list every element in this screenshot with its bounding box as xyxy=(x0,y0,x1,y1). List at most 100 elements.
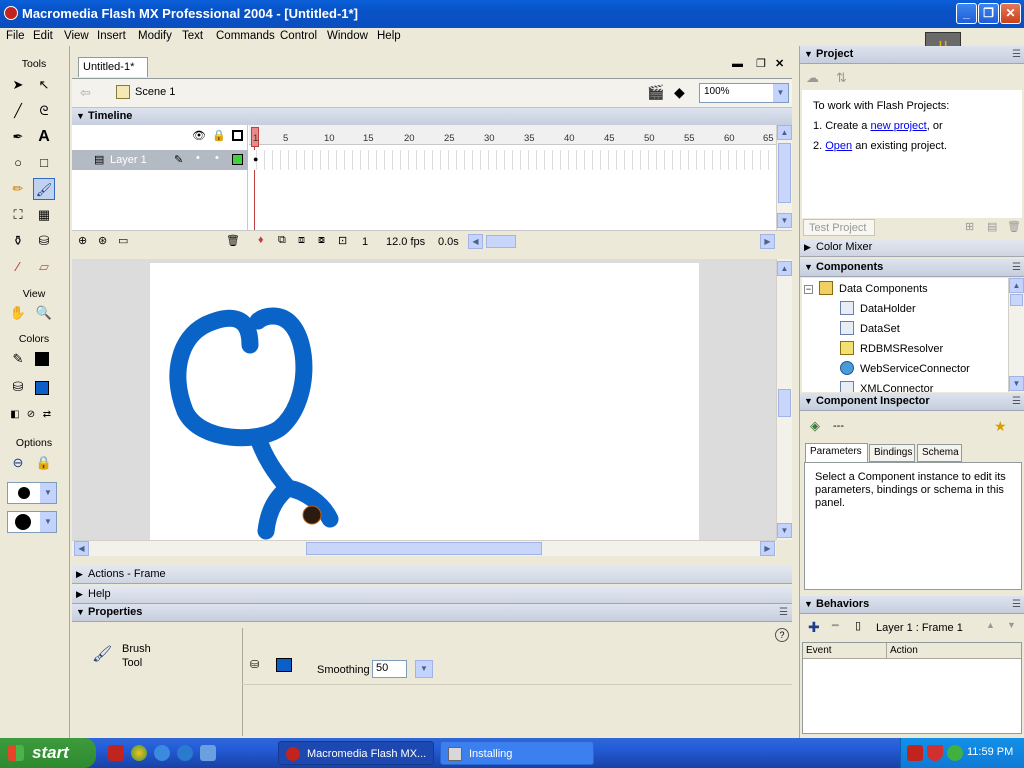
scroll-down-icon[interactable]: ▼ xyxy=(1009,376,1024,391)
scroll-thumb[interactable] xyxy=(778,389,791,417)
rectangle-tool-icon[interactable]: □ xyxy=(33,152,55,174)
panel-options-icon[interactable]: ☰ xyxy=(779,604,788,621)
back-arrow-icon[interactable]: ⇦ xyxy=(80,85,91,101)
scroll-right-icon[interactable]: ▶ xyxy=(760,541,775,556)
properties-panel-header[interactable]: ▼ Properties ☰ xyxy=(72,604,792,622)
sort-icon[interactable]: ⇅ xyxy=(836,70,847,86)
doc-restore-icon[interactable]: ❐ xyxy=(756,57,766,70)
scroll-thumb[interactable] xyxy=(778,143,791,203)
tab-bindings[interactable]: Bindings xyxy=(869,444,915,462)
scroll-right-icon[interactable]: ▶ xyxy=(760,234,775,249)
menu-help[interactable]: Help xyxy=(377,28,401,46)
clock[interactable]: 11:59 PM xyxy=(967,746,1013,758)
new-file-icon[interactable]: ▤ xyxy=(987,220,997,233)
eraser-tool-icon[interactable]: ▱ xyxy=(33,256,55,278)
scroll-left-icon[interactable]: ◀ xyxy=(468,234,483,249)
help-panel-header[interactable]: ▶ Help xyxy=(72,586,792,604)
scroll-down-icon[interactable]: ▼ xyxy=(777,523,792,538)
line-tool-icon[interactable]: ╱ xyxy=(7,100,29,122)
scroll-up-icon[interactable]: ▲ xyxy=(777,125,792,140)
project-menu-icon[interactable]: ☁ xyxy=(806,70,819,86)
doc-minimize-icon[interactable]: ▬ xyxy=(732,58,743,70)
components-vscroll[interactable]: ▲ ▼ xyxy=(1008,278,1024,392)
layer-lock-dot[interactable]: • xyxy=(215,152,219,164)
component-item[interactable]: DataHolder xyxy=(840,301,916,315)
open-link[interactable]: Open xyxy=(825,140,852,152)
minimize-button[interactable]: _ xyxy=(956,3,977,24)
center-frame-icon[interactable]: ♦ xyxy=(258,234,264,246)
menu-view[interactable]: View xyxy=(64,28,89,46)
eyedropper-tool-icon[interactable]: ⁄ xyxy=(7,256,29,278)
component-item[interactable]: RDBMSResolver xyxy=(840,341,943,355)
trash-icon[interactable]: 🗑 xyxy=(226,234,240,247)
event-column-header[interactable]: Event xyxy=(803,643,887,659)
tree-group-data-components[interactable]: − Data Components xyxy=(804,281,928,295)
brush-shape-dropdown[interactable]: ▼ xyxy=(7,511,57,533)
subselect-tool-icon[interactable]: ↖ xyxy=(33,74,55,96)
lock-fill-icon[interactable]: 🔒 xyxy=(33,452,55,474)
ink-bottle-tool-icon[interactable]: ⚱ xyxy=(7,230,29,252)
flash-app-icon[interactable] xyxy=(4,6,18,20)
scroll-up-icon[interactable]: ▲ xyxy=(777,261,792,276)
insert-layer-icon[interactable]: ⊕ xyxy=(78,234,87,247)
timeline-panel-header[interactable]: ▼ Timeline xyxy=(72,108,792,126)
ie-quicklaunch-icon[interactable] xyxy=(154,745,170,761)
tray-network-icon[interactable] xyxy=(947,745,963,761)
lasso-tool-icon[interactable]: ᘓ xyxy=(33,100,55,122)
flash-quicklaunch-icon[interactable] xyxy=(108,745,124,761)
smoothing-dropdown-icon[interactable]: ▼ xyxy=(415,660,433,678)
color-mixer-header[interactable]: ▶ Color Mixer xyxy=(800,239,1024,257)
tray-shield-icon[interactable] xyxy=(927,745,943,761)
fill-transform-tool-icon[interactable]: ▦ xyxy=(33,204,55,226)
text-tool-icon[interactable]: A xyxy=(33,126,55,148)
panel-options-icon[interactable]: ☰ xyxy=(1012,596,1021,613)
panel-options-icon[interactable]: ☰ xyxy=(1012,46,1021,63)
menu-text[interactable]: Text xyxy=(182,28,203,46)
new-project-link[interactable]: new project xyxy=(870,120,926,132)
panel-options-icon[interactable]: ☰ xyxy=(1012,259,1021,276)
smoothing-input[interactable]: 50 xyxy=(372,660,407,678)
task-flash[interactable]: Macromedia Flash MX... xyxy=(278,741,434,765)
free-transform-tool-icon[interactable]: ⛶ xyxy=(7,204,29,226)
arrow-tool-icon[interactable]: ➤ xyxy=(7,74,29,96)
tree-collapse-icon[interactable]: − xyxy=(804,285,813,294)
scroll-thumb[interactable] xyxy=(306,542,542,555)
keyframe-dot[interactable]: ● xyxy=(253,154,258,164)
star-icon[interactable]: ★ xyxy=(994,418,1007,435)
scroll-thumb[interactable] xyxy=(1010,294,1023,306)
onion-skin-icon[interactable]: ⧉ xyxy=(278,234,286,247)
doc-close-icon[interactable]: ✕ xyxy=(775,57,784,70)
pen-tool-icon[interactable]: ✒ xyxy=(7,126,29,148)
scroll-down-icon[interactable]: ▼ xyxy=(777,213,792,228)
close-button[interactable]: ✕ xyxy=(1000,3,1021,24)
tray-flash-icon[interactable] xyxy=(907,745,923,761)
tab-schema[interactable]: Schema xyxy=(917,444,962,462)
menu-commands[interactable]: Commands xyxy=(216,28,275,46)
menu-modify[interactable]: Modify xyxy=(138,28,172,46)
layer-frames[interactable] xyxy=(249,150,776,170)
brush-mode-icon[interactable]: ⊖ xyxy=(7,452,29,474)
menu-window[interactable]: Window xyxy=(327,28,368,46)
layer-visible-dot[interactable]: • xyxy=(196,152,200,164)
stage-vscroll[interactable]: ▲ ▼ xyxy=(776,259,792,540)
add-file-icon[interactable]: ⊞ xyxy=(965,220,974,233)
edit-scene-icon[interactable]: 🎬 xyxy=(647,84,664,101)
window-title-bar[interactable]: Macromedia Flash MX Professional 2004 - … xyxy=(0,0,1024,28)
stroke-color-swatch[interactable] xyxy=(35,352,49,366)
component-item[interactable]: DataSet xyxy=(840,321,900,335)
outline-icon[interactable] xyxy=(232,130,243,141)
start-button[interactable]: start xyxy=(0,738,96,768)
swap-colors-icon[interactable]: ⇄ xyxy=(36,404,58,426)
lock-icon[interactable]: 🔒 xyxy=(212,129,226,142)
timeline-vscroll[interactable]: ▲ ▼ xyxy=(776,125,792,230)
scroll-left-icon[interactable]: ◀ xyxy=(74,541,89,556)
frame-scroll-thumb[interactable] xyxy=(486,235,516,248)
fill-color-swatch[interactable] xyxy=(276,658,292,672)
add-guide-layer-icon[interactable]: ⊛ xyxy=(98,234,107,247)
stage[interactable] xyxy=(150,263,699,540)
stage-hscroll[interactable]: ◀ ▶ xyxy=(72,540,776,556)
panel-options-icon[interactable]: ☰ xyxy=(1012,393,1021,410)
add-behavior-icon[interactable]: ✚ xyxy=(808,619,820,636)
move-up-icon[interactable]: ▲ xyxy=(986,620,995,630)
help-icon[interactable]: ? xyxy=(775,628,789,642)
